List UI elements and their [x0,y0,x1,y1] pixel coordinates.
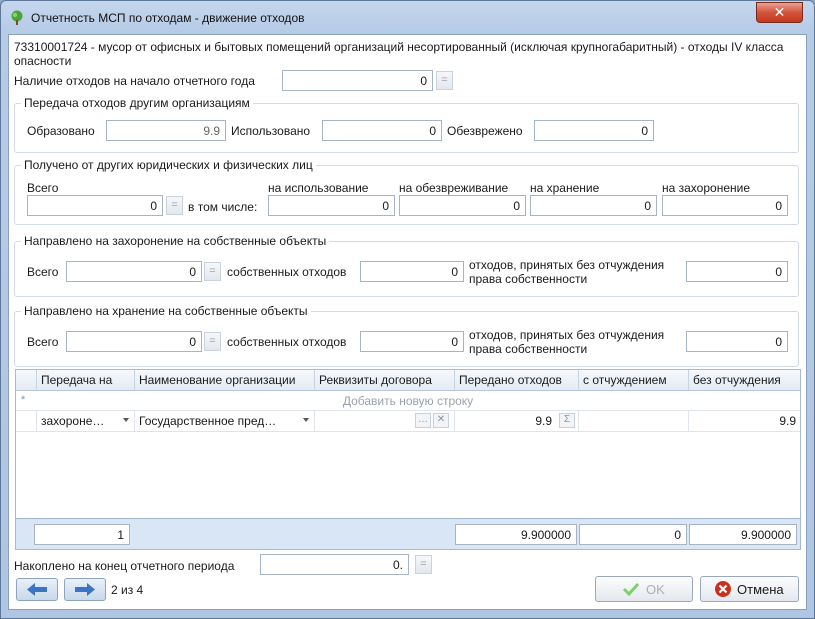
transfer-group-title: Передача отходов другим организациям [21,96,253,110]
column-header-transferred[interactable]: Передано отходов [454,370,578,390]
cell-organization[interactable]: Государственное пред… [134,411,314,431]
ok-button[interactable]: OK [595,576,693,602]
record-position: 2 из 4 [111,583,144,597]
cell-transferred[interactable]: 9.9 Σ [454,411,578,431]
received-neutral-field[interactable]: 0 [399,195,526,216]
neutralized-field[interactable]: 0 [534,120,654,141]
cancel-icon [715,581,731,597]
dialog-window: Отчетность МСП по отходам - движение отх… [0,0,815,619]
storage-total-field[interactable]: 0 [66,331,202,352]
waste-description: 73310001724 - мусор от офисных и бытовых… [14,40,784,68]
burial-total-calc-button[interactable]: = [204,262,221,281]
storage-group-title: Направлено на хранение на собственные об… [21,304,311,318]
column-header-with-alienation[interactable]: с отчуждением [578,370,688,390]
add-new-row-text: Добавить новую строку [342,394,474,408]
end-balance-calc-button[interactable]: = [415,555,432,574]
cancel-button-label: Отмена [737,582,784,597]
title-bar[interactable]: Отчетность МСП по отходам - движение отх… [1,1,814,35]
end-balance-field[interactable]: 0. [260,554,409,575]
grid-header: Передача на Наименование организации Рек… [16,370,800,391]
storage-accepted-label-1: отходов, принятых без отчуждения [469,328,665,342]
storage-own-label: собственных отходов [227,335,347,349]
burial-accepted-field[interactable]: 0 [686,261,788,282]
used-field[interactable]: 0 [322,120,442,141]
arrow-left-icon [27,583,47,596]
start-balance-label: Наличие отходов на начало отчетного года [14,74,255,88]
storage-total-label: Всего [27,335,59,349]
add-new-row[interactable]: * Добавить новую строку [16,391,800,411]
column-header-organization[interactable]: Наименование организации [134,370,314,390]
prev-record-button[interactable] [16,578,58,601]
cell-organization-text: Государственное пред… [139,414,277,428]
cell-transferred-text: 9.9 [535,414,552,428]
burial-accepted-label-1: отходов, принятых без отчуждения [469,258,665,272]
received-group-title: Получено от других юридических и физичес… [21,158,316,172]
checkmark-icon [622,582,640,597]
window-title: Отчетность МСП по отходам - движение отх… [31,11,305,25]
received-total-label: Всего [27,181,59,195]
start-balance-calc-button[interactable]: = [436,71,453,90]
cell-transfer-to[interactable]: захороне… [36,411,134,431]
received-burial-label: на захоронение [662,181,751,195]
received-use-field[interactable]: 0 [268,195,395,216]
used-label: Использовано [231,124,311,138]
received-neutral-label: на обезвреживание [399,181,509,195]
column-header-transfer-to[interactable]: Передача на [36,370,134,390]
grid-header-indicator [16,370,36,390]
received-total-field[interactable]: 0 [27,195,163,216]
ok-button-label: OK [646,582,665,597]
cell-transfer-to-text: захороне… [41,414,105,428]
table-row[interactable]: захороне… Государственное пред… … ✕ 9.9 … [16,411,800,432]
received-storage-label: на хранение [530,181,600,195]
received-storage-field[interactable]: 0 [530,195,657,216]
formed-field[interactable]: 9.9 [106,120,226,141]
footer-transferred-total: 9.900000 [455,524,577,545]
start-balance-field[interactable]: 0 [282,70,433,91]
chevron-down-icon[interactable] [303,418,309,422]
burial-own-label: собственных отходов [227,265,347,279]
burial-total-label: Всего [27,265,59,279]
tree-icon [11,10,23,25]
end-balance-label: Накоплено на конец отчетного периода [14,559,235,573]
dialog-content: 73310001724 - мусор от офисных и бытовых… [8,34,807,610]
clear-button[interactable]: ✕ [433,413,449,428]
received-use-label: на использование [268,181,369,195]
column-header-contract[interactable]: Реквизиты договора [314,370,454,390]
storage-accepted-label-2: права собственности [469,342,588,356]
storage-own-field[interactable]: 0 [360,331,464,352]
footer-with-alienation-total: 0 [579,524,687,545]
received-incl-label: в том числе: [188,200,258,214]
arrow-right-icon [75,583,95,596]
received-total-calc-button[interactable]: = [166,196,183,215]
column-header-without-alienation[interactable]: без отчуждения [688,370,800,390]
window-close-button[interactable]: ✕ [756,2,803,23]
sum-icon[interactable]: Σ [559,413,575,428]
cancel-button[interactable]: Отмена [700,576,799,602]
cell-contract[interactable]: … ✕ [314,411,454,431]
storage-accepted-field[interactable]: 0 [686,331,788,352]
footer-without-alienation-total: 9.900000 [689,524,797,545]
cell-without-alienation[interactable]: 9.9 [688,411,800,431]
next-record-button[interactable] [64,578,106,601]
cell-with-alienation[interactable] [578,411,688,431]
formed-label: Образовано [27,124,95,138]
burial-group-title: Направлено на захоронение на собственные… [21,234,330,248]
chevron-down-icon[interactable] [123,418,129,422]
storage-total-calc-button[interactable]: = [204,332,221,351]
burial-own-field[interactable]: 0 [360,261,464,282]
received-burial-field[interactable]: 0 [662,195,788,216]
close-icon: ✕ [773,4,786,20]
neutralized-label: Обезврежено [447,124,523,138]
footer-count: 1 [34,524,130,545]
burial-total-field[interactable]: 0 [66,261,202,282]
ellipsis-button[interactable]: … [415,413,431,428]
grid-footer: 1 9.900000 0 9.900000 [15,518,801,550]
burial-accepted-label-2: права собственности [469,272,588,286]
